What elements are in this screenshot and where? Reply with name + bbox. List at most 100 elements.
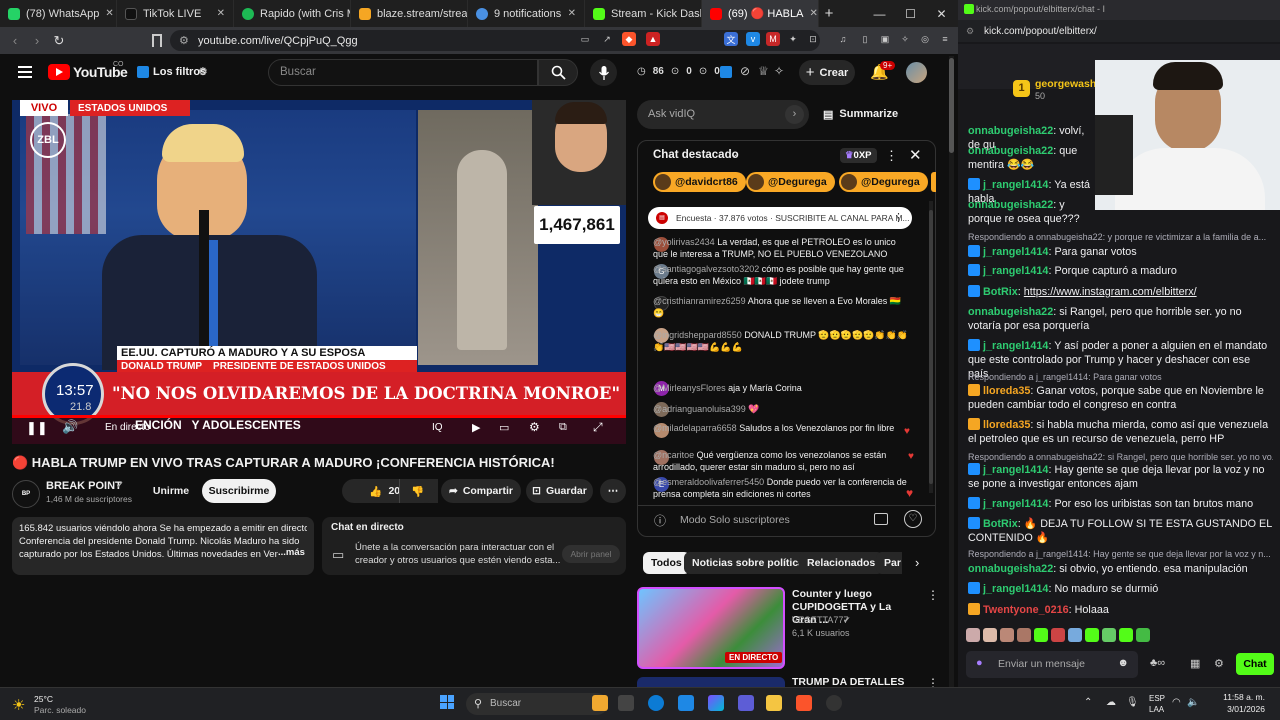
extensions-puzzle-icon[interactable]: ✦ <box>786 32 800 46</box>
page-scrollbar-thumb[interactable] <box>949 58 954 153</box>
close-icon[interactable]: ✕ <box>809 8 817 19</box>
chat-user[interactable]: @miladelaparra6658 <box>653 423 737 433</box>
subscribe-button[interactable]: Suscribirme <box>202 479 276 503</box>
gift-icon[interactable]: ▦ <box>1190 657 1200 670</box>
kick-chat-user[interactable]: lloreda35 <box>983 385 1030 397</box>
emote[interactable] <box>1068 628 1082 642</box>
brave-shield-icon[interactable]: ◆ <box>622 32 636 46</box>
pause-icon[interactable]: ❚❚ <box>26 420 48 436</box>
emote[interactable] <box>1085 628 1099 642</box>
kick-chat-input[interactable]: ● Enviar un mensaje ☻ <box>966 651 1138 678</box>
browser-tab[interactable]: Rapido (with Cris M✕ <box>234 0 351 27</box>
new-tab-button[interactable]: + <box>819 5 839 22</box>
emote[interactable] <box>1102 628 1116 642</box>
heart-button-icon[interactable]: ♡ <box>904 510 922 528</box>
kick-chat-user[interactable]: BotRix <box>983 286 1018 298</box>
create-button[interactable]: + Crear <box>799 60 855 85</box>
taskbar-app-icon[interactable] <box>738 695 754 711</box>
voice-search-button[interactable] <box>590 59 617 86</box>
forward-icon[interactable]: › <box>26 33 48 48</box>
chip-politics[interactable]: Noticias sobre política <box>684 552 813 574</box>
reply-context[interactable]: Respondiendo a j_rangel1414: Para ganar … <box>968 372 1273 382</box>
bookmark-icon[interactable] <box>152 34 162 47</box>
bulb-icon[interactable]: ✧ <box>774 64 784 78</box>
extension-icon[interactable]: M <box>766 32 780 46</box>
store-icon[interactable] <box>678 695 694 711</box>
close-window-icon[interactable]: ✕ <box>926 0 957 27</box>
edge-icon[interactable] <box>648 695 664 711</box>
reply-context[interactable]: Respondiendo a j_rangel1414: Hay gente s… <box>968 549 1273 559</box>
recommended-channel[interactable]: VEGETTA777 <box>792 615 848 625</box>
live-indicator[interactable]: En directo <box>105 422 150 433</box>
reply-context[interactable]: Respondiendo a onnabugeisha22: y porque … <box>968 232 1273 242</box>
chip-more[interactable]: Par <box>876 552 902 574</box>
description-box[interactable]: 165.842 usuarios viéndolo ahora Se ha em… <box>12 517 314 575</box>
join-button[interactable]: Unirme <box>143 479 199 503</box>
kick-chat-user[interactable]: onnabugeisha22 <box>968 563 1053 575</box>
chat-user[interactable]: @yolirivas2434 <box>653 237 715 247</box>
points-icon[interactable]: ♣∞ <box>1150 657 1165 669</box>
avatar[interactable] <box>906 62 927 83</box>
chat-user[interactable]: @santiagogalvezsoto3202 <box>653 264 759 274</box>
volume-icon[interactable]: 🔊 <box>62 419 78 435</box>
send-chat-button[interactable]: Chat <box>1236 653 1274 675</box>
copilot-icon[interactable] <box>708 695 724 711</box>
kick-chat-user[interactable]: onnabugeisha22 <box>968 125 1053 137</box>
vidiq-badge-icon[interactable] <box>720 66 732 78</box>
media-icon[interactable]: ♫ <box>836 32 850 46</box>
kick-chat-user[interactable]: j_rangel1414 <box>983 498 1048 510</box>
kick-chat-user[interactable]: BotRix <box>983 518 1018 530</box>
kick-chat-user[interactable]: lloreda35 <box>983 419 1030 431</box>
kick-chat-user[interactable]: j_rangel1414 <box>983 583 1048 595</box>
close-icon[interactable]: ✕ <box>568 8 576 19</box>
menu-icon[interactable]: ≡ <box>938 32 952 46</box>
fullscreen-icon[interactable]: ⤢ <box>593 420 603 435</box>
more-options-icon[interactable]: ⋮ <box>885 148 898 164</box>
back-icon[interactable]: ‹ <box>4 33 26 48</box>
chat-scrollbar-thumb[interactable] <box>929 210 933 484</box>
close-icon[interactable]: ✕ <box>105 8 113 19</box>
vidiq-extension-icon[interactable]: v <box>746 32 760 46</box>
emote[interactable] <box>1136 628 1150 642</box>
kick-chat-text[interactable]: https://www.instagram.com/elbitterx/ <box>1024 286 1197 298</box>
leo-icon[interactable]: ✧ <box>898 32 912 46</box>
reload-icon[interactable]: ↻ <box>48 33 70 49</box>
xp-badge[interactable]: ♛0XP <box>840 148 877 163</box>
page-scrollbar-track[interactable] <box>949 56 954 687</box>
settings-icon[interactable]: ⚙ <box>529 420 540 434</box>
kick-chat-user[interactable]: onnabugeisha22 <box>968 199 1053 211</box>
screenshot-icon[interactable]: ⊡ <box>806 32 820 46</box>
more-options-icon[interactable]: ⋮ <box>927 588 939 602</box>
chat-scrollbar-track[interactable] <box>929 201 933 493</box>
analytics-icon[interactable]: ⊘ <box>740 64 750 78</box>
chat-user[interactable]: @adrianguanoluisa399 <box>653 404 746 414</box>
keyboard-layout[interactable]: LAA <box>1149 705 1164 714</box>
emote[interactable] <box>966 628 980 642</box>
supporter-pill[interactable]: @Degurega <box>746 172 835 192</box>
mic-tray-icon[interactable]: 🎙 <box>1126 697 1139 708</box>
emote[interactable] <box>1034 628 1048 642</box>
chat-user[interactable]: @esmeraldoolivaferrer5450 <box>653 477 764 487</box>
kick-chat-user[interactable]: onnabugeisha22 <box>968 306 1053 318</box>
mic-icon[interactable]: ● <box>976 657 983 669</box>
recommended-thumbnail[interactable] <box>637 677 785 687</box>
save-button[interactable]: ⊡ Guardar <box>526 479 593 503</box>
dislike-button[interactable]: 👎 <box>399 479 435 503</box>
progress-bar[interactable] <box>12 415 626 418</box>
leaderboard-user[interactable]: georgewasht <box>1035 78 1100 90</box>
browser-tab[interactable]: TikTok LIVE ✕ <box>117 0 234 27</box>
chat-user[interactable]: @cristhianramirez6259 <box>653 296 746 306</box>
show-more-link[interactable]: ...más <box>278 547 305 558</box>
supporter-pill[interactable]: @Degurega <box>839 172 928 192</box>
browser-tab-active[interactable]: (69) 🔴 HABLA ✕ <box>702 0 819 27</box>
supporter-pill[interactable]: @davidcrt86 <box>653 172 746 192</box>
emote[interactable] <box>1017 628 1031 642</box>
share-icon[interactable]: ↗ <box>600 32 614 46</box>
browser-tab[interactable]: blaze.stream/stream-se✕ <box>351 0 468 27</box>
browser-tab[interactable]: 9 notifications ✕ <box>468 0 585 27</box>
open-panel-button[interactable]: Abrir panel <box>562 545 620 563</box>
hamburger-icon[interactable] <box>18 66 32 78</box>
kick-chat-user[interactable]: j_rangel1414 <box>983 340 1048 352</box>
volume-tray-icon[interactable]: 🔈 <box>1187 697 1199 708</box>
poll-more-icon[interactable]: ⋮ <box>893 211 904 224</box>
